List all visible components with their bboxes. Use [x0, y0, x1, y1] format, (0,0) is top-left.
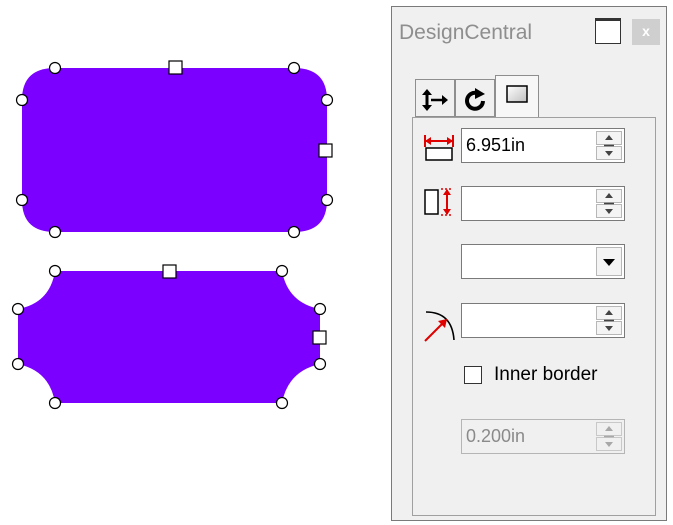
resize-handle-top[interactable]: [162, 264, 177, 279]
panel-title: DesignCentral: [399, 21, 533, 44]
rounded-rectangle-shape[interactable]: [22, 68, 327, 232]
corner-radius-icon: [424, 311, 455, 342]
corner-handle[interactable]: [48, 61, 62, 75]
height-field[interactable]: [461, 186, 625, 221]
border-width-spinner[interactable]: [596, 422, 622, 451]
tab-rotate[interactable]: [455, 79, 495, 117]
border-width-value: 0.200in: [466, 426, 526, 446]
width-value: 6.951in: [466, 135, 526, 155]
corner-radius-field[interactable]: [461, 303, 625, 338]
corner-handle[interactable]: [275, 396, 289, 410]
corner-style-dropdown[interactable]: [461, 244, 625, 279]
tab-resize[interactable]: [415, 79, 455, 117]
spin-arrows-icon: [604, 426, 614, 447]
close-icon: x: [642, 23, 650, 39]
corner-handle[interactable]: [313, 302, 327, 316]
inner-border-checkbox[interactable]: [464, 366, 482, 384]
corner-handle[interactable]: [287, 225, 301, 239]
height-icon: [424, 188, 453, 216]
border-width-field[interactable]: 0.200in: [461, 419, 625, 454]
resize-handle-top[interactable]: [168, 60, 183, 75]
spin-arrows-icon: [604, 310, 614, 331]
corner-handle[interactable]: [313, 357, 327, 371]
resize-handle-right[interactable]: [318, 143, 333, 158]
corner-handle[interactable]: [48, 225, 62, 239]
corner-handle[interactable]: [320, 93, 334, 107]
corner-handle[interactable]: [275, 264, 289, 278]
corner-handle[interactable]: [15, 93, 29, 107]
corner-handle[interactable]: [48, 264, 62, 278]
corner-handle[interactable]: [48, 396, 62, 410]
corner-handle[interactable]: [287, 61, 301, 75]
close-button[interactable]: x: [632, 19, 660, 45]
inner-border-label[interactable]: Inner border: [494, 364, 598, 386]
tab-shape[interactable]: [495, 75, 539, 118]
corner-radius-spinner[interactable]: [596, 306, 622, 335]
chevron-down-icon: [603, 259, 615, 266]
spin-arrows-icon: [604, 135, 614, 156]
shape-frame-icon: [506, 85, 528, 103]
width-icon: [424, 135, 454, 161]
width-spinner[interactable]: [596, 131, 622, 160]
concave-corner-shape[interactable]: [18, 271, 320, 403]
corner-handle[interactable]: [11, 302, 25, 316]
maximize-button[interactable]: [595, 18, 621, 44]
dropdown-button[interactable]: [596, 247, 622, 276]
rotate-icon: [465, 88, 485, 111]
resize-handle-right[interactable]: [312, 330, 327, 345]
corner-handle[interactable]: [15, 193, 29, 207]
height-spinner[interactable]: [596, 189, 622, 218]
corner-handle[interactable]: [11, 357, 25, 371]
corner-handle[interactable]: [320, 193, 334, 207]
width-field[interactable]: 6.951in: [461, 128, 625, 163]
resize-arrows-icon: [422, 89, 448, 111]
spin-arrows-icon: [604, 193, 614, 214]
